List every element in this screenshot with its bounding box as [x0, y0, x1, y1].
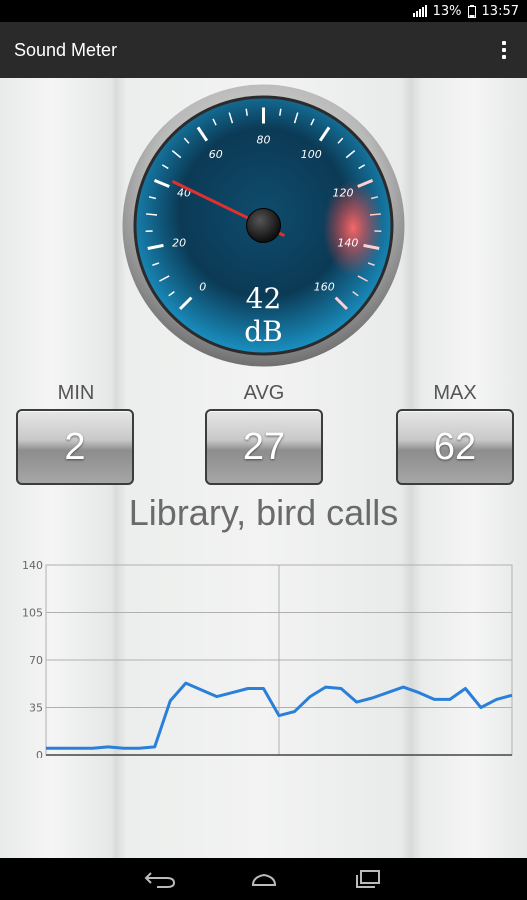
chart-y-tick-label: 105	[22, 607, 43, 620]
recents-icon[interactable]	[351, 869, 385, 889]
max-label: MAX	[433, 382, 477, 404]
avg-label: AVG	[243, 382, 285, 404]
battery-icon	[467, 4, 476, 18]
back-icon[interactable]	[143, 869, 177, 889]
gauge-scale-label: 160	[314, 280, 335, 293]
gauge-scale-label: 140	[337, 236, 358, 249]
chart-y-tick-label: 140	[22, 559, 43, 572]
home-icon[interactable]	[247, 869, 281, 889]
gauge-scale-label: 0	[199, 280, 206, 293]
chart-y-tick-label: 0	[36, 749, 43, 758]
min-value-box: 2	[16, 409, 134, 485]
gauge-value: 42	[246, 282, 282, 315]
min-label: MIN	[57, 382, 95, 404]
place-example-label: Library, bird calls	[128, 492, 399, 533]
gauge-tick	[279, 108, 282, 116]
clock: 13:57	[481, 3, 519, 19]
gauge-unit: dB	[244, 315, 283, 348]
chart-y-tick-label: 35	[29, 702, 43, 715]
level-history-chart: 0 35 70 105 140	[22, 559, 513, 758]
gauge-scale-label: 80	[257, 134, 271, 147]
app-title: Sound Meter	[14, 39, 118, 60]
sound-level-gauge: 020406080100120140160 42 dB	[122, 84, 405, 367]
gauge-scale-label: 100	[301, 148, 322, 161]
gauge-scale-label: 120	[332, 187, 353, 200]
main-content: 0 20 40 60 80 100 120 140 160 42 dB MIN 2 AVG 27…	[0, 78, 527, 858]
gauge-scale-label: 60	[209, 148, 223, 161]
signal-icon	[412, 5, 427, 17]
action-bar: Sound Meter	[0, 22, 527, 78]
navigation-bar	[0, 858, 527, 900]
status-bar: 13% 13:57	[0, 0, 527, 22]
max-value-box: 62	[396, 409, 514, 485]
battery-percent: 13%	[432, 3, 462, 19]
overflow-menu-icon[interactable]	[489, 22, 519, 78]
avg-value-box: 27	[205, 409, 323, 485]
chart-y-tick-label: 70	[29, 654, 43, 667]
gauge-tick	[245, 108, 248, 116]
gauge-scale-label: 20	[172, 236, 186, 249]
